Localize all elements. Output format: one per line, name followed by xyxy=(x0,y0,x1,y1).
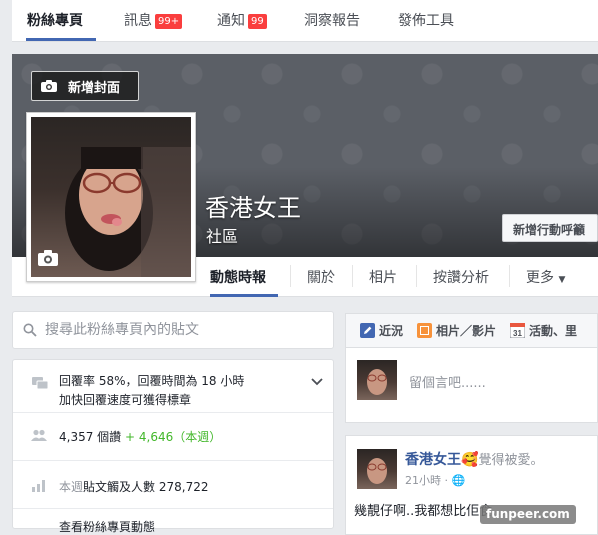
tab-separator xyxy=(290,265,291,287)
response-rate-text: 回覆率 58%，回覆時間為 18 小時 xyxy=(59,374,245,388)
composer-box[interactable]: 留個言吧...... xyxy=(345,347,598,423)
page-post-search xyxy=(12,311,334,349)
post-feeling: 覺得被愛。 xyxy=(478,453,544,468)
reach-value: 278,722 xyxy=(158,480,209,494)
tab-separator xyxy=(352,265,353,287)
composer-tab-photo[interactable]: 相片／影片 xyxy=(403,322,496,339)
post-time-text: 21小時 · xyxy=(405,474,448,487)
reach-summary: 本週貼文觸及人數 278,722 xyxy=(59,478,208,495)
divider xyxy=(13,460,333,461)
response-badge-hint: 加快回覆速度可獲得標章 xyxy=(59,393,192,407)
divider xyxy=(13,508,333,509)
change-profile-camera-icon[interactable] xyxy=(37,249,59,271)
tab-page[interactable]: 粉絲專頁 xyxy=(27,10,83,30)
feeling-loved-icon: 🥰 xyxy=(461,452,479,468)
divider xyxy=(13,412,333,413)
composer-tab-photo-label: 相片／影片 xyxy=(436,324,497,338)
reach-prefix: 本週 xyxy=(59,480,84,494)
likes-count: 4,357 個讚 xyxy=(59,430,122,444)
message-bubble-icon xyxy=(32,377,49,390)
tab-photos[interactable]: 相片 xyxy=(369,267,397,287)
composer-placeholder[interactable]: 留個言吧...... xyxy=(409,372,486,391)
notifications-badge: 99 xyxy=(248,14,267,29)
page-info-card: 回覆率 58%，回覆時間為 18 小時 加快回覆速度可獲得標章 4,357 個讚… xyxy=(12,359,334,534)
active-page-tab-indicator xyxy=(210,294,278,297)
composer-tab-status-label: 近況 xyxy=(379,324,404,338)
calendar-icon: 31 xyxy=(510,323,526,338)
svg-text:31: 31 xyxy=(513,329,522,338)
search-icon xyxy=(23,323,37,337)
tab-publishing-tools[interactable]: 發佈工具 xyxy=(398,10,454,30)
caret-down-icon: ▼ xyxy=(558,275,566,285)
likes-summary: 4,357 個讚 + 4,646（本週） xyxy=(59,428,221,445)
tab-separator xyxy=(416,265,417,287)
reach-label: 貼文觸及人數 xyxy=(83,480,156,494)
search-input[interactable] xyxy=(45,322,315,338)
profile-photo xyxy=(31,117,191,277)
page-activity-text: 查看粉絲專頁動態 xyxy=(59,520,156,534)
tab-notifications-label: 通知 xyxy=(217,13,245,29)
watermark: funpeer.com xyxy=(480,505,576,524)
post-timestamp[interactable]: 21小時 · 🌐 xyxy=(405,472,465,488)
likes-period: （本週） xyxy=(173,430,222,444)
tab-separator xyxy=(509,265,510,287)
page-category: 社區 xyxy=(206,227,239,246)
page-title[interactable]: 香港女王 xyxy=(205,188,301,223)
profile-picture[interactable] xyxy=(26,112,196,282)
composer-tab-event[interactable]: 31 活動、里 xyxy=(496,322,577,339)
tab-likes-analysis[interactable]: 按讚分析 xyxy=(433,267,489,287)
likes-delta: + 4,646 xyxy=(125,430,174,444)
tab-timeline[interactable]: 動態時報 xyxy=(210,267,266,287)
bar-chart-icon xyxy=(32,480,45,492)
add-cover-label: 新增封面 xyxy=(68,80,121,96)
tab-notifications[interactable]: 通知 99 xyxy=(217,10,267,30)
add-cover-button[interactable]: 新增封面 xyxy=(31,71,139,101)
post-author-name[interactable]: 香港女王 xyxy=(405,452,461,468)
pencil-icon xyxy=(360,323,375,338)
composer-tab-event-label: 活動、里 xyxy=(529,324,578,338)
page-admin-nav: 粉絲專頁 訊息 99+ 通知 99 洞察報告 發佈工具 xyxy=(12,0,598,42)
post-author: 香港女王🥰覺得被愛。 xyxy=(405,449,543,469)
avatar xyxy=(357,360,397,400)
active-tab-indicator xyxy=(26,38,96,41)
avatar[interactable] xyxy=(357,449,397,489)
composer-tabs: 近況 相片／影片 31 活動、里 xyxy=(345,313,598,347)
tab-about[interactable]: 關於 xyxy=(307,267,335,287)
chevron-down-icon[interactable] xyxy=(311,378,323,386)
tab-more[interactable]: 更多 ▼ xyxy=(526,267,565,287)
tab-more-label: 更多 xyxy=(526,270,554,286)
photo-icon xyxy=(417,323,433,338)
globe-icon: 🌐 xyxy=(451,474,466,487)
tab-messages[interactable]: 訊息 99+ xyxy=(124,10,183,30)
composer-tab-status[interactable]: 近況 xyxy=(346,322,403,339)
camera-icon xyxy=(41,80,57,92)
tab-insights[interactable]: 洞察報告 xyxy=(304,10,360,30)
people-icon xyxy=(31,429,47,441)
tab-messages-label: 訊息 xyxy=(124,13,152,29)
messages-badge: 99+ xyxy=(155,14,183,29)
call-to-action-button[interactable]: 新增行動呼籲 xyxy=(502,214,598,242)
